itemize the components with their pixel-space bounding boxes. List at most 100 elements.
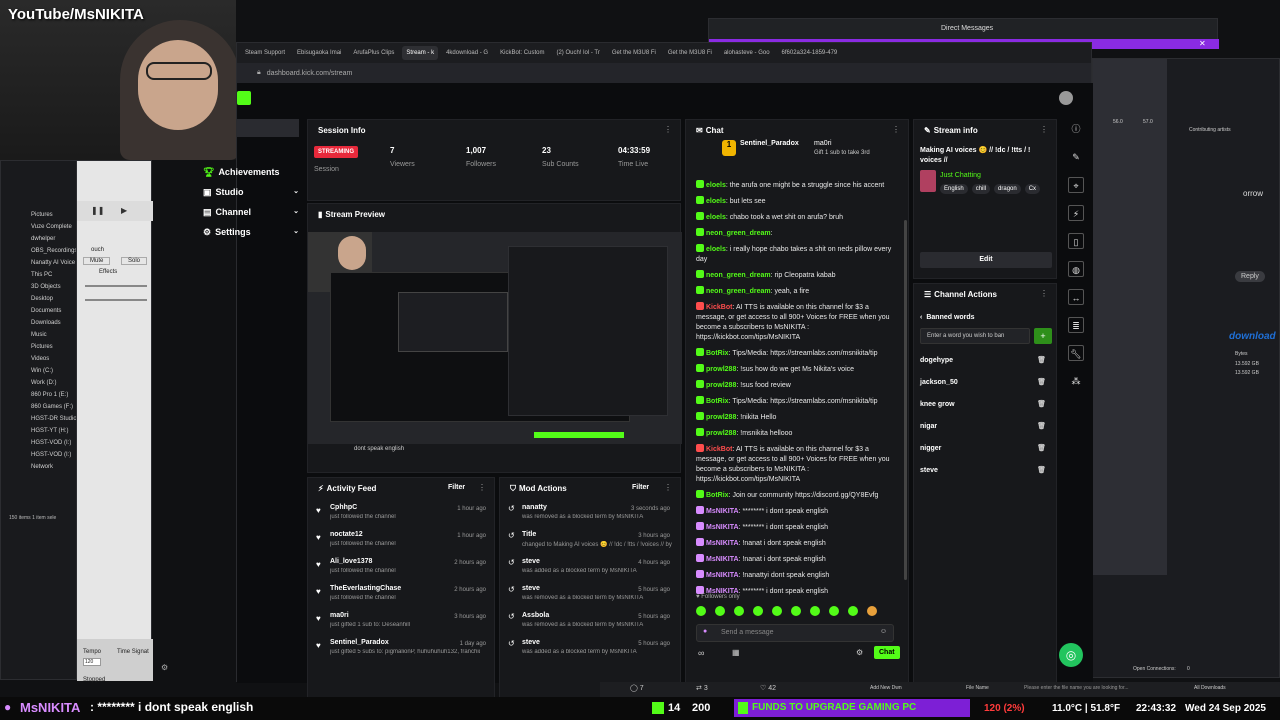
chat-username[interactable]: BotRix: [706, 398, 729, 405]
explorer-item[interactable]: Documents: [1, 305, 77, 317]
explorer-item[interactable]: This PC: [1, 269, 77, 281]
stream-tag[interactable]: Cx: [1024, 184, 1041, 194]
more-icon[interactable]: ⋮: [1040, 289, 1048, 298]
emote-icon[interactable]: [829, 606, 839, 616]
activity-user[interactable]: Ali_love1378: [330, 558, 372, 565]
trash-icon[interactable]: 🗑︎: [1037, 438, 1046, 460]
browser-tab[interactable]: 6f602a324-1859-479: [778, 46, 842, 60]
more-icon[interactable]: ⋮: [664, 125, 672, 134]
kick-logo[interactable]: [237, 91, 251, 105]
banned-words-header[interactable]: ‹ Banned words: [920, 314, 975, 321]
browser-tab[interactable]: Ebisugaoka Imai: [293, 46, 345, 60]
explorer-item[interactable]: dwhelper: [1, 233, 77, 245]
activity-filter-button[interactable]: Filter: [448, 484, 465, 491]
emoji-icon[interactable]: ☺: [880, 628, 887, 635]
chat-username[interactable]: prowl288: [706, 382, 736, 389]
infinity-icon[interactable]: ∞: [698, 648, 704, 658]
explorer-item[interactable]: OBS_Recordings: [1, 245, 77, 257]
chat-username[interactable]: eloels: [706, 182, 726, 189]
mod-target[interactable]: nanatty: [522, 504, 547, 511]
help-fab[interactable]: ◎: [1059, 643, 1083, 667]
chat-username[interactable]: KickBot: [706, 304, 732, 311]
stream-tag[interactable]: dragon: [994, 184, 1021, 194]
crosshair-icon[interactable]: ⌖: [1068, 177, 1084, 193]
trash-icon[interactable]: 🗑︎: [1037, 416, 1046, 438]
browser-tab[interactable]: Steam Support: [241, 46, 289, 60]
chat-username[interactable]: BotRix: [706, 492, 729, 499]
mute-button[interactable]: Mute: [83, 257, 111, 265]
trash-icon[interactable]: 🗑︎: [1037, 394, 1046, 416]
explorer-item[interactable]: Downloads: [1, 317, 77, 329]
tempo-field[interactable]: 120: [83, 658, 101, 666]
explorer-item[interactable]: Desktop: [1, 293, 77, 305]
info-icon[interactable]: ⓘ: [1068, 121, 1084, 137]
browser-tab[interactable]: KickBot: Custom: [496, 46, 548, 60]
more-icon[interactable]: ⋮: [664, 483, 672, 492]
chat-username[interactable]: MsNIKITA: [706, 556, 739, 563]
explorer-item[interactable]: Nanatty AI Voice: [1, 257, 77, 269]
chat-username[interactable]: BotRix: [706, 350, 729, 357]
preview-video[interactable]: [308, 232, 682, 444]
chat-username[interactable]: prowl288: [706, 366, 736, 373]
emote-icon[interactable]: [696, 606, 706, 616]
calendar-icon[interactable]: ▦: [732, 648, 740, 657]
explorer-item[interactable]: Pictures: [1, 341, 77, 353]
browser-tab[interactable]: alohasteve - Goo: [720, 46, 774, 60]
chat-username[interactable]: MsNIKITA: [706, 508, 739, 515]
mod-target[interactable]: steve: [522, 639, 540, 646]
explorer-item[interactable]: HGST-DR Studio: [1, 413, 77, 425]
browser-tab[interactable]: (2) Ouch! lol - Tr: [552, 46, 603, 60]
browser-tab[interactable]: Get the M3U8 Fi: [664, 46, 716, 60]
explorer-item[interactable]: Vuze Complete: [1, 221, 77, 233]
more-icon[interactable]: ⋮: [892, 125, 900, 134]
emote-icon[interactable]: [753, 606, 763, 616]
volume-slider[interactable]: [85, 285, 147, 287]
explorer-item[interactable]: Work (D:): [1, 377, 77, 389]
explorer-item[interactable]: Win (C:): [1, 365, 77, 377]
browser-tab[interactable]: 4kdownload - G: [442, 46, 492, 60]
settings-gear-icon[interactable]: ⚙︎: [161, 663, 168, 672]
explorer-item[interactable]: HGST-VOD (I:): [1, 437, 77, 449]
add-ban-word-button[interactable]: +: [1034, 328, 1052, 344]
browser-tab[interactable]: ArufaPlus Clips: [349, 46, 398, 60]
wrench-icon[interactable]: 🔧︎: [1068, 345, 1084, 361]
trash-icon[interactable]: 🗑︎: [1037, 460, 1046, 482]
chat-scrollbar[interactable]: [904, 220, 907, 580]
close-icon[interactable]: ✕: [1199, 39, 1206, 48]
play-icon[interactable]: ▶: [121, 206, 127, 215]
chat-username[interactable]: eloels: [706, 198, 726, 205]
arrows-icon[interactable]: ↔: [1068, 289, 1084, 305]
server-icon[interactable]: ≣: [1068, 317, 1084, 333]
trash-icon[interactable]: 🗑︎: [1037, 350, 1046, 372]
chat-username[interactable]: eloels: [706, 246, 726, 253]
explorer-item[interactable]: 3D Objects: [1, 281, 77, 293]
more-icon[interactable]: ⋮: [1040, 125, 1048, 134]
explorer-item[interactable]: Network: [1, 461, 77, 473]
emote-icon[interactable]: [772, 606, 782, 616]
emote-icon[interactable]: [867, 606, 877, 616]
chat-username[interactable]: neon_green_dream: [706, 272, 771, 279]
chat-username[interactable]: neon_green_dream: [706, 230, 771, 237]
activity-user[interactable]: TheEverlastingChase: [330, 585, 401, 592]
sidebar-item-studio[interactable]: ▣ Studio ⌄: [203, 187, 299, 198]
edit-button[interactable]: Edit: [920, 252, 1052, 268]
chat-username[interactable]: eloels: [706, 214, 726, 221]
solo-button[interactable]: Solo: [121, 257, 148, 265]
add-new-download[interactable]: Add New Dwn: [870, 685, 902, 691]
bolt-icon[interactable]: ⚡︎: [1068, 205, 1084, 221]
explorer-item[interactable]: HGST-VOD (I:): [1, 449, 77, 461]
sidebar-item-channel[interactable]: ▤ Channel ⌄: [203, 207, 299, 218]
sidebar-item-settings[interactable]: ⚙︎ Settings ⌄: [203, 227, 299, 238]
address-bar[interactable]: 🔒︎ dashboard.kick.com/stream: [237, 63, 1091, 83]
phone-icon[interactable]: ▯: [1068, 233, 1084, 249]
activity-user[interactable]: ma0ri: [330, 612, 349, 619]
emote-icon[interactable]: [810, 606, 820, 616]
pan-slider[interactable]: [85, 299, 147, 301]
emote-icon[interactable]: [715, 606, 725, 616]
reply-button[interactable]: Reply: [1235, 271, 1265, 282]
explorer-item[interactable]: HGST-YT (H:): [1, 425, 77, 437]
chat-username[interactable]: prowl288: [706, 430, 736, 437]
nodes-icon[interactable]: ⁂: [1068, 373, 1084, 389]
chat-username[interactable]: neon_green_dream: [706, 288, 771, 295]
chat-send-button[interactable]: Chat: [874, 646, 900, 659]
